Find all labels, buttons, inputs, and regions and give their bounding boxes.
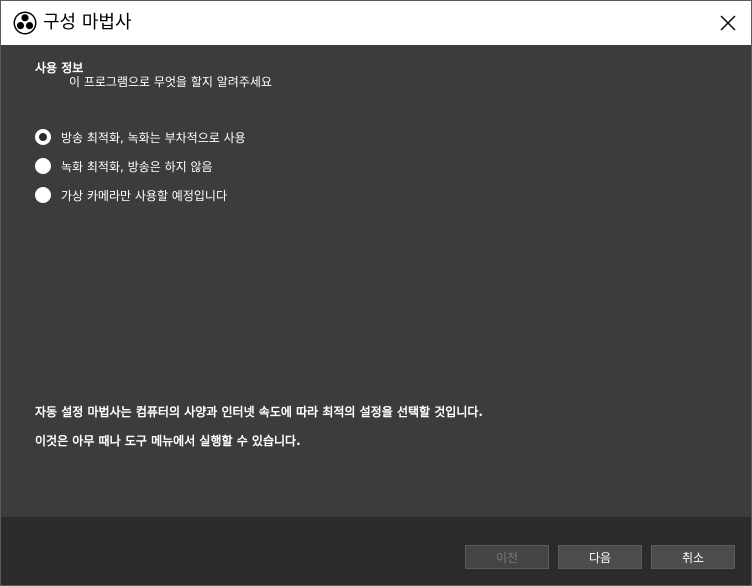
cancel-button[interactable]: 취소 — [651, 545, 735, 569]
close-icon — [720, 15, 736, 31]
radio-option-recording[interactable]: 녹화 최적화, 방송은 하지 않음 — [35, 156, 213, 176]
button-bar: 이전 다음 취소 — [1, 517, 751, 585]
radio-label: 녹화 최적화, 방송은 하지 않음 — [61, 159, 213, 174]
title-bar: 구성 마법사 — [1, 1, 751, 45]
radio-button[interactable] — [35, 187, 51, 203]
next-button[interactable]: 다음 — [558, 545, 642, 569]
app-logo-icon — [13, 11, 37, 35]
close-button[interactable] — [705, 1, 751, 45]
radio-button[interactable] — [35, 158, 51, 174]
back-button[interactable]: 이전 — [465, 545, 549, 569]
radio-label: 가상 카메라만 사용할 예정입니다 — [61, 188, 228, 203]
window-title: 구성 마법사 — [43, 12, 132, 33]
wizard-content: 사용 정보 이 프로그램으로 무엇을 할지 알려주세요 방송 최적화, 녹화는 … — [1, 45, 751, 517]
radio-option-virtual-camera[interactable]: 가상 카메라만 사용할 예정입니다 — [35, 185, 227, 205]
info-text-auto-config: 자동 설정 마법사는 컴퓨터의 사양과 인터넷 속도에 따라 최적의 설정을 선… — [35, 405, 483, 419]
usage-subtitle: 이 프로그램으로 무엇을 할지 알려주세요 — [69, 75, 272, 89]
setup-wizard-window: 구성 마법사 사용 정보 이 프로그램으로 무엇을 할지 알려주세요 방송 최적… — [0, 0, 752, 586]
radio-button-checked[interactable] — [35, 129, 51, 145]
radio-option-streaming[interactable]: 방송 최적화, 녹화는 부차적으로 사용 — [35, 127, 246, 147]
info-text-tools-menu: 이것은 아무 때나 도구 메뉴에서 실행할 수 있습니다. — [35, 434, 301, 448]
radio-label: 방송 최적화, 녹화는 부차적으로 사용 — [61, 130, 246, 145]
